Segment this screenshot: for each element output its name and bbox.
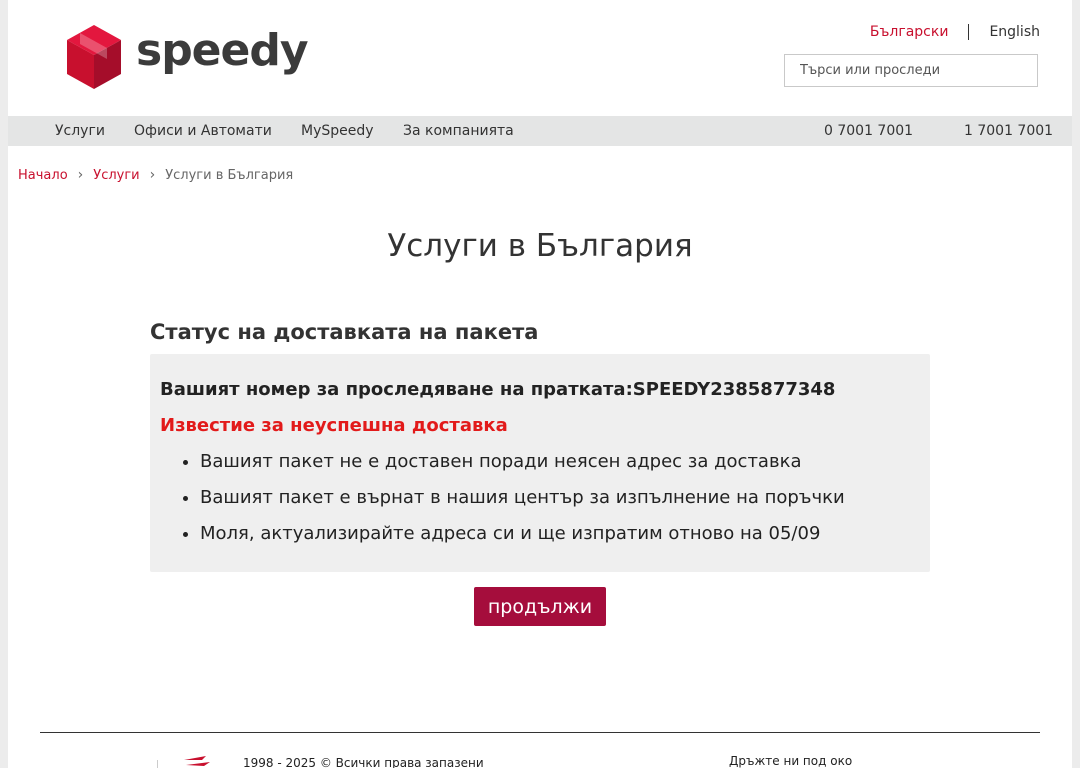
logo-text: speedy bbox=[136, 25, 309, 76]
lang-divider bbox=[968, 24, 970, 40]
tracking-number: Вашият номер за проследяване на пратката… bbox=[160, 379, 836, 400]
footer-divider bbox=[40, 732, 1040, 733]
breadcrumb-services[interactable]: Услуги bbox=[93, 168, 139, 183]
continue-button[interactable]: продължи bbox=[474, 587, 606, 626]
language-switcher: Български English bbox=[870, 24, 1040, 40]
copyright-text: 1998 - 2025 © Всички права запазени bbox=[243, 756, 484, 768]
breadcrumb-home[interactable]: Начало bbox=[18, 168, 68, 183]
lang-english-link[interactable]: English bbox=[989, 24, 1040, 40]
list-item: Вашият пакет не е доставен поради неясен… bbox=[200, 448, 845, 484]
main-nav: Услуги Офиси и Автомати MySpeedy За комп… bbox=[8, 116, 1072, 146]
nav-item-company[interactable]: За компанията bbox=[403, 123, 514, 139]
page: speedy Български English Услуги Офиси и … bbox=[8, 0, 1072, 768]
breadcrumb-current: Услуги в България bbox=[165, 167, 294, 183]
lang-bulgarian-link[interactable]: Български bbox=[870, 24, 949, 40]
page-title: Услуги в България bbox=[387, 228, 693, 264]
list-item: Вашият пакет е върнат в нашия център за … bbox=[200, 484, 845, 520]
chevron-right-icon: › bbox=[77, 167, 84, 183]
delivery-status-box: Вашият номер за проследяване на пратката… bbox=[150, 354, 930, 572]
chevron-right-icon: › bbox=[149, 167, 156, 183]
search-input[interactable] bbox=[784, 54, 1038, 87]
follow-us-text: Дръжте ни под око bbox=[729, 754, 853, 768]
list-item: Моля, актуализирайте адреса си и ще изпр… bbox=[200, 520, 845, 556]
footer-logo-icon bbox=[184, 756, 210, 766]
nav-phone-1[interactable]: 0 7001 7001 bbox=[824, 123, 913, 139]
breadcrumb: Начало › Услуги › Услуги в България bbox=[18, 167, 293, 183]
nav-item-myspeedy[interactable]: MySpeedy bbox=[301, 123, 374, 139]
nav-phone-2[interactable]: 1 7001 7001 bbox=[964, 123, 1053, 139]
footer-vertical-divider bbox=[157, 760, 158, 768]
speedy-logo[interactable]: speedy bbox=[66, 25, 309, 89]
failed-delivery-notice: Известие за неуспешна доставка bbox=[160, 415, 508, 436]
speedy-cube-icon bbox=[67, 25, 121, 89]
status-heading: Статус на доставката на пакета bbox=[150, 320, 539, 344]
nav-item-offices[interactable]: Офиси и Автомати bbox=[134, 123, 272, 139]
nav-item-services[interactable]: Услуги bbox=[55, 123, 105, 139]
status-list: Вашият пакет не е доставен поради неясен… bbox=[160, 448, 845, 556]
